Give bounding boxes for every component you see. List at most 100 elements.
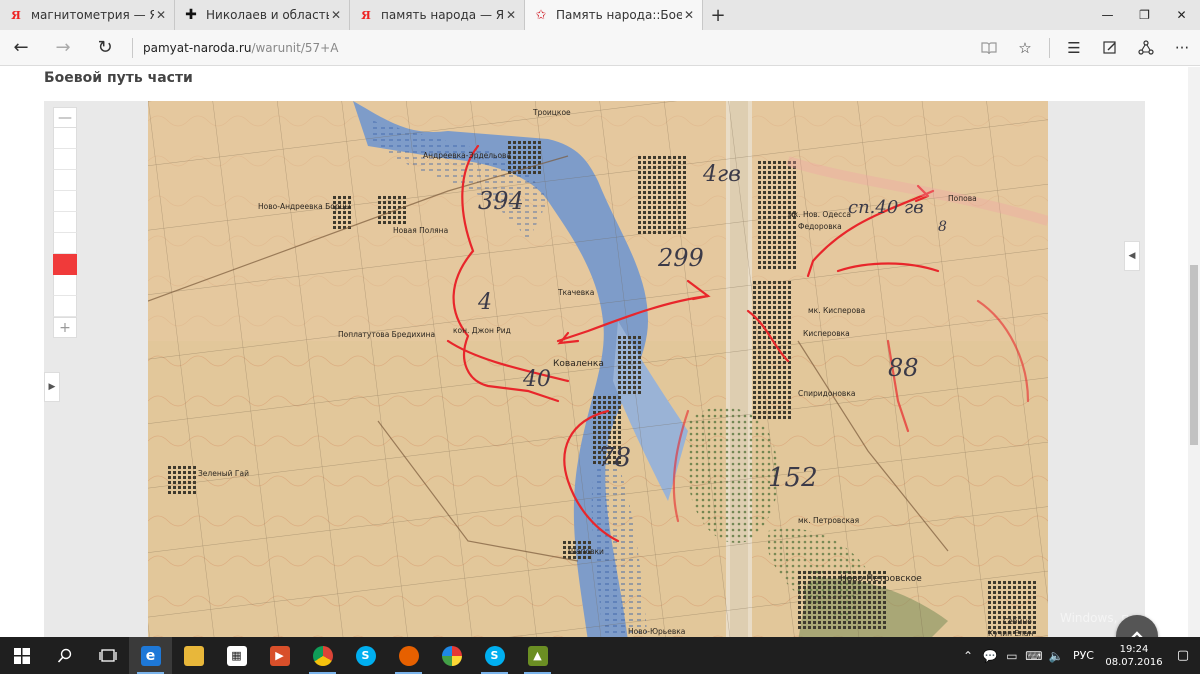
- yandex-icon: Я: [11, 8, 21, 22]
- place-label: Ново-Петровское: [840, 574, 922, 584]
- browser-tab-2[interactable]: ✚ Николаев и область. | Стра ✕: [175, 0, 350, 30]
- zoom-level[interactable]: [53, 128, 77, 149]
- close-icon[interactable]: ✕: [682, 8, 696, 22]
- tab-title: магнитометрия — Яндекс:: [31, 8, 154, 22]
- close-icon[interactable]: ✕: [154, 8, 168, 22]
- page-scrollbar[interactable]: [1188, 67, 1200, 637]
- place-label: мк. Кисперова: [808, 306, 865, 315]
- store-icon: ▦: [226, 645, 247, 666]
- scrollbar-thumb[interactable]: [1190, 265, 1198, 445]
- chevron-left-icon: ◀: [1128, 251, 1136, 261]
- tab-title: память народа — Яндекс: н: [381, 8, 504, 22]
- page-content: Боевой путь части 394 4 40 78 152 88 299…: [0, 67, 1188, 637]
- more-button[interactable]: ···: [1164, 30, 1200, 66]
- place-label: Троицкое: [532, 108, 571, 117]
- media-player-icon: ▶: [269, 645, 290, 666]
- unit-number: 4: [477, 290, 492, 315]
- place-label: Федоровка: [798, 222, 842, 231]
- taskbar-store[interactable]: ▦: [215, 637, 258, 674]
- zoom-control: — +: [53, 107, 77, 338]
- page-title: Боевой путь части: [44, 70, 193, 86]
- share-icon: [1138, 39, 1154, 55]
- divider: [132, 37, 133, 58]
- place-label: Спиридоновка: [798, 389, 855, 398]
- start-button[interactable]: [0, 637, 43, 674]
- zoom-level[interactable]: [53, 296, 77, 317]
- place-label: Зеленый Гай: [198, 469, 249, 478]
- map-viewer[interactable]: 394 4 40 78 152 88 299 4гв сп.40 гв 8 Тр…: [44, 101, 1188, 637]
- volume-icon[interactable]: 🔈: [1045, 649, 1067, 663]
- zoom-out-button[interactable]: —: [53, 107, 77, 128]
- taskbar-media-player[interactable]: ▶: [258, 637, 301, 674]
- place-label: Новая Поляна: [393, 226, 448, 235]
- zoom-level[interactable]: [53, 191, 77, 212]
- taskbar-firefox[interactable]: [387, 637, 430, 674]
- expand-right-panel-button[interactable]: ◀: [1124, 241, 1140, 271]
- file-explorer-icon: [183, 645, 204, 666]
- place-label: Поплатутова Бредихина: [338, 330, 435, 339]
- skype-icon: S: [355, 645, 376, 666]
- place-label: Попова: [948, 194, 977, 203]
- speech-icon[interactable]: 💬: [979, 649, 1001, 663]
- unit-number: 394: [478, 187, 524, 215]
- zoom-level[interactable]: [53, 149, 77, 170]
- close-window-button[interactable]: ✕: [1163, 0, 1200, 30]
- window-controls: — ❐ ✕: [1089, 0, 1200, 30]
- refresh-icon: ↻: [97, 37, 113, 58]
- map-svg: 394 4 40 78 152 88 299 4гв сп.40 гв 8 Тр…: [148, 101, 1048, 637]
- tab-strip: Я магнитометрия — Яндекс: ✕ ✚ Николаев и…: [0, 0, 1200, 30]
- place-label: мк. Нов. Одесса: [788, 210, 851, 219]
- browser-tab-1[interactable]: Я магнитометрия — Яндекс: ✕: [0, 0, 175, 30]
- taskbar-skype-2[interactable]: S: [473, 637, 516, 674]
- taskbar-edge[interactable]: e: [129, 637, 172, 674]
- taskbar-chrome[interactable]: [301, 637, 344, 674]
- chevron-right-icon: ▶: [48, 382, 56, 392]
- forward-button[interactable]: →: [42, 30, 84, 66]
- refresh-button[interactable]: ↻: [84, 30, 126, 66]
- browser-tab-3[interactable]: Я память народа — Яндекс: н ✕: [350, 0, 525, 30]
- clock[interactable]: 19:24 08.07.2016: [1102, 643, 1166, 669]
- more-icon: ···: [1174, 38, 1190, 57]
- address-bar[interactable]: pamyat-naroda.ru/warunit/57+A: [143, 41, 971, 55]
- favorite-star-icon: ☆: [1018, 38, 1032, 57]
- start-icon: [13, 647, 30, 664]
- taskbar-app[interactable]: ▲: [516, 637, 559, 674]
- app-icon: ▲: [527, 645, 548, 666]
- new-tab-button[interactable]: +: [703, 0, 733, 30]
- hub-button[interactable]: ☰: [1056, 30, 1092, 66]
- back-button[interactable]: ←: [0, 30, 42, 66]
- maximize-button[interactable]: ❐: [1126, 0, 1163, 30]
- place-label: Шаповки: [568, 547, 604, 556]
- web-note-button[interactable]: [1092, 30, 1128, 66]
- favorite-button[interactable]: ☆: [1007, 30, 1043, 66]
- reading-view-button[interactable]: [971, 30, 1007, 66]
- zoom-level[interactable]: [53, 170, 77, 191]
- battle-map[interactable]: 394 4 40 78 152 88 299 4гв сп.40 гв 8 Тр…: [148, 101, 1048, 637]
- close-icon[interactable]: ✕: [329, 8, 343, 22]
- task-view-button[interactable]: [86, 637, 129, 674]
- unit-number: 88: [888, 354, 919, 382]
- taskbar-picasa[interactable]: [430, 637, 473, 674]
- network-icon[interactable]: ▭: [1001, 649, 1023, 663]
- divider: [1049, 37, 1050, 58]
- place-label: Кисперовка: [803, 329, 850, 338]
- zoom-level[interactable]: [53, 275, 77, 296]
- zoom-level[interactable]: [53, 233, 77, 254]
- close-icon[interactable]: ✕: [504, 8, 518, 22]
- taskbar-file-explorer[interactable]: [172, 637, 215, 674]
- zoom-in-button[interactable]: +: [53, 317, 77, 338]
- minimize-button[interactable]: —: [1089, 0, 1126, 30]
- share-button[interactable]: [1128, 30, 1164, 66]
- unit-number: 40: [522, 367, 551, 392]
- taskbar-skype[interactable]: S: [344, 637, 387, 674]
- zoom-level-active[interactable]: [53, 254, 77, 275]
- search-button[interactable]: [43, 637, 86, 674]
- keyboard-icon[interactable]: ⌨: [1023, 649, 1045, 663]
- browser-tab-4[interactable]: ✩ Память народа::Боевоі ✕: [525, 0, 703, 30]
- language-indicator[interactable]: РУС: [1073, 649, 1094, 662]
- expand-left-panel-button[interactable]: ▶: [44, 372, 60, 402]
- zoom-level[interactable]: [53, 212, 77, 233]
- action-center-button[interactable]: ▢: [1166, 648, 1200, 663]
- tab-title: Николаев и область. | Стра: [206, 8, 329, 22]
- chevron-up-icon[interactable]: ⌃: [957, 649, 979, 663]
